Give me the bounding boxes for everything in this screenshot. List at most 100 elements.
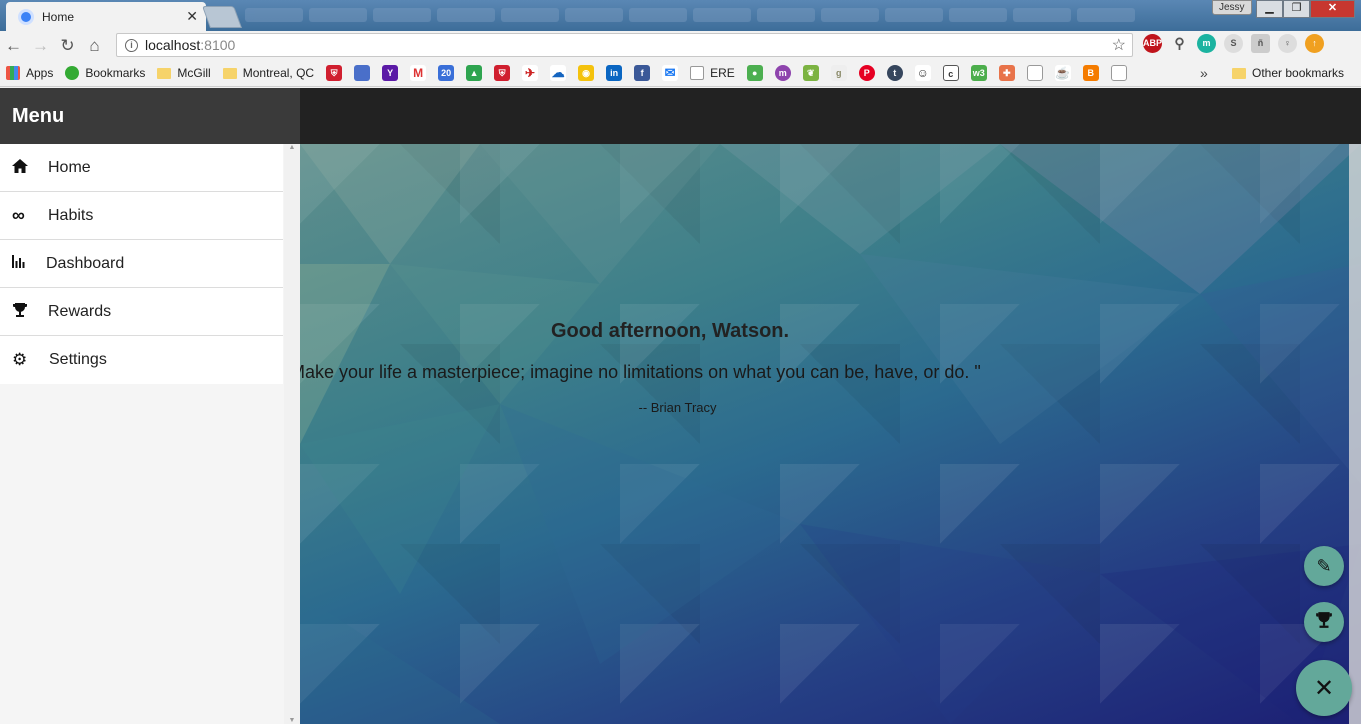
bookmark-label: Apps [26, 66, 54, 80]
c-icon[interactable]: c [942, 65, 959, 81]
search-extension-icon[interactable]: ⚲ [1170, 34, 1189, 53]
bookmark-label: ERE [710, 66, 735, 80]
home-icon[interactable]: ⌂ [81, 36, 108, 56]
leaf-icon[interactable]: ❦ [802, 65, 819, 81]
menu-item-habits[interactable]: ∞ Habits [0, 192, 283, 240]
menu-item-settings[interactable]: ⚙ Settings [0, 336, 283, 384]
keep-icon[interactable]: ◉ [578, 65, 595, 81]
quote-author: -- Brian Tracy [638, 400, 717, 415]
menu-item-dashboard[interactable]: Dashboard [0, 240, 283, 288]
pinterest-icon[interactable]: P [858, 65, 875, 81]
scroll-up-icon[interactable]: ▲ [284, 144, 300, 151]
edit-fab-button[interactable]: ✎ [1304, 546, 1344, 586]
quote-text: Make your life a masterpiece; imagine no… [300, 362, 981, 382]
update-icon[interactable]: ↑ [1305, 34, 1324, 53]
adblock-icon[interactable]: ABP [1143, 34, 1162, 53]
bookmark-star-icon[interactable]: ☆ [1112, 35, 1126, 55]
menu-title: Menu [0, 88, 300, 144]
bookmark-label: Bookmarks [85, 66, 146, 80]
ionic-favicon-icon [18, 8, 34, 25]
mcgill-shield-icon-2[interactable]: ⛨ [494, 65, 511, 81]
url-port: :8100 [200, 37, 236, 53]
new-tab-button[interactable] [201, 6, 243, 28]
mercury-icon[interactable]: m [1197, 34, 1216, 53]
page-icon [690, 66, 705, 80]
side-menu: Home ∞ Habits Dashboard Rewards ⚙ Settin… [0, 144, 300, 724]
bookmark-montreal[interactable]: Montreal, QC [222, 66, 315, 80]
page-icon-2[interactable] [1026, 65, 1043, 81]
messenger-icon[interactable]: ✉ [662, 65, 679, 81]
page-icon-3[interactable] [1110, 65, 1127, 81]
trophy-icon [1315, 611, 1333, 634]
mcgill-shield-icon[interactable]: ⛨ [326, 65, 343, 81]
blue-square-icon[interactable] [354, 65, 371, 81]
plus-icon[interactable]: ✚ [998, 65, 1015, 81]
menu-list: Home ∞ Habits Dashboard Rewards ⚙ Settin… [0, 144, 283, 384]
tab-strip: Home ✕ Jessy ▁ ❐ ✕ [0, 0, 1361, 31]
profile-button[interactable]: Jessy [1212, 0, 1252, 15]
frog-icon-2[interactable]: ● [746, 65, 763, 81]
back-icon[interactable]: ← [0, 36, 27, 56]
infinity-icon: ∞ [12, 205, 25, 225]
s-extension-icon[interactable]: S [1224, 34, 1243, 53]
gear-icon: ⚙ [12, 350, 28, 369]
pencil-icon: ✎ [1316, 555, 1332, 576]
main-scrollbar[interactable] [1349, 144, 1361, 724]
reload-icon[interactable]: ↻ [54, 36, 81, 56]
menu-item-label: Dashboard [46, 254, 125, 272]
info-icon[interactable]: i [125, 38, 138, 52]
bookmark-label: McGill [177, 66, 211, 80]
close-fab-button[interactable]: ✕ [1296, 660, 1352, 716]
home-icon [12, 158, 48, 177]
gmail-icon[interactable]: M [410, 65, 427, 81]
menu-item-label: Habits [48, 206, 94, 224]
bookmark-label: Montreal, QC [242, 66, 315, 80]
goodreads-icon[interactable]: g [830, 65, 847, 81]
other-bookmarks[interactable]: Other bookmarks [1232, 66, 1344, 80]
java-icon[interactable]: ☕ [1054, 65, 1071, 81]
sidebar-scrollbar[interactable]: ▲ ▼ [284, 144, 300, 724]
address-bar[interactable]: i localhost:8100 ☆ [116, 33, 1133, 57]
yahoo-icon[interactable]: Y [382, 65, 399, 81]
background-tabs [245, 8, 1205, 24]
url-host: localhost [145, 37, 201, 53]
close-icon: ✕ [1313, 674, 1335, 702]
linkedin-icon[interactable]: in [606, 65, 623, 81]
bookmark-label: Other bookmarks [1252, 66, 1345, 80]
menu-item-label: Rewards [48, 302, 112, 320]
maximize-button[interactable]: ❐ [1283, 0, 1310, 18]
menu-item-rewards[interactable]: Rewards [0, 288, 283, 336]
tumblr-icon[interactable]: t [886, 65, 903, 81]
folder-icon [1232, 67, 1246, 79]
bookmarks-bar: Apps Bookmarks McGill Montreal, QC ⛨ Y M… [0, 60, 1361, 87]
bookmark-mcgill[interactable]: McGill [157, 66, 211, 80]
extension-icon[interactable]: ñ [1251, 34, 1270, 53]
trophy-icon [12, 302, 48, 322]
bookmark-bookmarks[interactable]: Bookmarks [65, 66, 145, 80]
minimize-button[interactable]: ▁ [1256, 0, 1283, 18]
bird-icon[interactable]: ✈ [522, 65, 539, 81]
close-tab-icon[interactable]: ✕ [186, 8, 198, 25]
tab-home[interactable]: Home ✕ [6, 2, 206, 31]
more-bookmarks-button[interactable]: » [1200, 65, 1208, 81]
m-icon[interactable]: m [774, 65, 791, 81]
onedrive-icon[interactable]: ☁ [550, 65, 567, 81]
drive-icon[interactable]: ▲ [466, 65, 483, 81]
w3schools-icon[interactable]: w3 [970, 65, 987, 81]
menu-item-home[interactable]: Home [0, 144, 283, 192]
scroll-down-icon[interactable]: ▼ [284, 717, 300, 724]
bookmark-apps[interactable]: Apps [6, 66, 53, 80]
forward-icon[interactable]: → [27, 36, 54, 56]
rewards-fab-button[interactable] [1304, 602, 1344, 642]
reddit-icon[interactable]: ☺ [914, 65, 931, 81]
frog-icon [65, 66, 80, 80]
bar-chart-icon [12, 255, 46, 272]
greeting: Good afternoon, Watson. [550, 320, 790, 342]
blogger-icon[interactable]: B [1082, 65, 1099, 81]
bookmark-ere[interactable]: ERE [690, 66, 735, 80]
close-window-button[interactable]: ✕ [1310, 0, 1355, 18]
facebook-icon[interactable]: f [634, 65, 651, 81]
calendar-icon[interactable]: 20 [438, 65, 455, 81]
apps-grid-icon [6, 66, 20, 80]
bulb-extension-icon[interactable]: ♀ [1278, 34, 1297, 53]
